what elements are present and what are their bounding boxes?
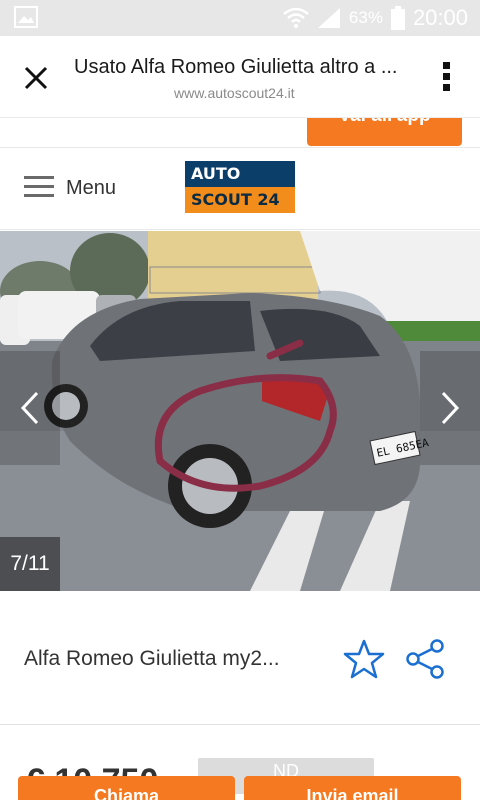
site-header: Menu AUTO SCOUT 24 (0, 148, 480, 230)
page-title: Usato Alfa Romeo Giulietta altro a ... (74, 56, 398, 78)
chevron-right-icon (441, 391, 460, 425)
signal-icon (317, 8, 340, 28)
status-indicators: 63% 20:00 (283, 0, 468, 36)
call-button[interactable]: Chiama (18, 776, 235, 800)
photo-counter: 7/11 (0, 537, 60, 591)
battery-percent: 63% (348, 8, 383, 27)
autoscout24-logo[interactable]: AUTO SCOUT 24 (185, 161, 295, 213)
open-app-label: Vai all'app (307, 118, 462, 130)
email-button[interactable]: Invia email (244, 776, 461, 800)
app-banner: Vai all'app (0, 118, 480, 148)
logo-top-text: AUTO (185, 161, 295, 187)
screen: 63% 20:00 Usato Alfa Romeo Giulietta alt… (0, 0, 480, 800)
listing-header: Alfa Romeo Giulietta my2... (0, 591, 480, 725)
browser-toolbar: Usato Alfa Romeo Giulietta altro a ... w… (0, 36, 480, 118)
car-photo: EL 685EA (0, 231, 480, 591)
page-url: www.autoscout24.it (174, 85, 295, 101)
chevron-left-icon (20, 391, 39, 425)
battery-icon (390, 6, 405, 30)
next-photo-button[interactable] (420, 351, 480, 465)
menu-label[interactable]: Menu (66, 177, 116, 200)
image-icon (14, 6, 38, 28)
logo-bottom-text: SCOUT 24 (185, 187, 295, 213)
status-bar: 63% 20:00 (0, 0, 480, 36)
previous-photo-button[interactable] (0, 351, 60, 465)
wifi-icon (283, 7, 309, 28)
share-icon[interactable] (404, 638, 446, 680)
price-section: € 10.750 ND Chiama Invia email (0, 726, 480, 800)
overflow-menu-icon[interactable] (440, 62, 452, 94)
close-icon[interactable] (18, 60, 54, 96)
star-outline-icon[interactable] (343, 638, 385, 680)
hamburger-menu-icon[interactable] (24, 176, 54, 198)
listing-title: Alfa Romeo Giulietta my2... (24, 647, 280, 670)
clock: 20:00 (412, 5, 468, 30)
open-app-button[interactable]: Vai all'app (307, 118, 462, 146)
photo-gallery[interactable]: EL 685EA 7/11 (0, 231, 480, 591)
